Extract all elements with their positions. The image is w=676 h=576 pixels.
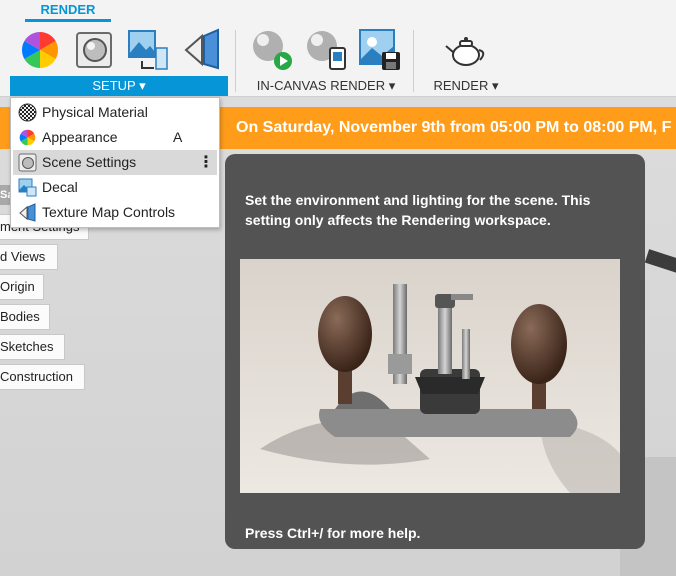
- texture-map-icon[interactable]: [126, 28, 170, 72]
- model-edge: [644, 249, 676, 275]
- in-canvas-render-group-button[interactable]: IN-CANVAS RENDER ▾: [244, 76, 408, 96]
- menu-item-label: Physical Material: [42, 104, 148, 120]
- menu-item-texture-map-controls[interactable]: Texture Map Controls: [13, 200, 217, 225]
- render-group-button[interactable]: RENDER ▾: [420, 76, 512, 96]
- save-render-icon[interactable]: [358, 28, 402, 72]
- menu-item-appearance[interactable]: Appearance A: [13, 125, 217, 150]
- physical-material-icon: [18, 103, 37, 122]
- setup-group-button[interactable]: SETUP ▾: [10, 76, 228, 96]
- capture-image-icon[interactable]: [304, 28, 348, 72]
- browser-item-sketches[interactable]: Sketches: [0, 334, 65, 360]
- toolbar: RENDER SETUP ▾ IN-CANVAS RENDER ▾ RENDER…: [0, 0, 676, 97]
- browser-item-bodies[interactable]: Bodies: [0, 304, 50, 330]
- decal-icon[interactable]: [180, 28, 224, 72]
- in-canvas-render-icon[interactable]: [250, 28, 294, 72]
- scene-settings-icon[interactable]: [72, 28, 116, 72]
- banner-text: On Saturday, November 9th from 05:00 PM …: [236, 119, 672, 136]
- menu-item-physical-material[interactable]: Physical Material: [13, 100, 217, 125]
- appearance-icon: [18, 128, 37, 147]
- menu-item-scene-settings[interactable]: Scene Settings ⋮: [13, 150, 217, 175]
- toolbar-separator: [413, 30, 414, 92]
- appearance-color-wheel-icon[interactable]: [18, 28, 62, 72]
- more-options-icon[interactable]: ⋮: [198, 150, 214, 175]
- tooltip-description: Set the environment and lighting for the…: [245, 192, 591, 228]
- menu-item-label: Scene Settings: [42, 154, 137, 170]
- shortcut-label: A: [173, 129, 183, 145]
- tab-render[interactable]: RENDER: [25, 0, 111, 22]
- tooltip-preview-image: [240, 259, 620, 493]
- texture-map-icon: [18, 203, 37, 222]
- toolbar-separator: [235, 30, 236, 92]
- scene-settings-tooltip: Set the environment and lighting for the…: [225, 154, 645, 549]
- browser-item-construction[interactable]: Construction: [0, 364, 85, 390]
- browser-item-named-views[interactable]: d Views: [0, 244, 58, 270]
- decal-icon: [18, 178, 37, 197]
- browser-item-origin[interactable]: Origin: [0, 274, 44, 300]
- setup-dropdown-menu: Physical Material Appearance A Scene Set…: [10, 97, 220, 228]
- menu-item-label: Appearance: [42, 129, 118, 145]
- render-teapot-icon[interactable]: [444, 28, 488, 72]
- menu-item-label: Decal: [42, 179, 78, 195]
- tooltip-help-hint: Press Ctrl+/ for more help.: [245, 525, 421, 541]
- scene-settings-icon: [18, 153, 37, 172]
- menu-item-label: Texture Map Controls: [42, 204, 176, 220]
- menu-item-decal[interactable]: Decal: [13, 175, 217, 200]
